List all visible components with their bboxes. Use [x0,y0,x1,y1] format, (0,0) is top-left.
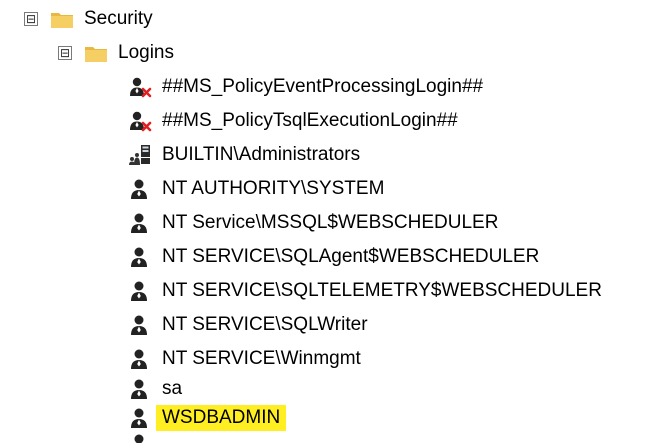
user-login-icon [128,177,152,201]
windows-group-icon [128,143,152,167]
folder-icon [84,43,108,63]
login-item-label: NT SERVICE\SQLWriter [162,314,368,335]
collapse-logins-icon[interactable]: ⊟ [58,46,72,60]
folder-icon [50,9,74,29]
tree-node-security[interactable]: ⊟ Security [24,2,165,36]
tree-node-logins-label: Logins [118,42,174,63]
login-item[interactable]: BUILTIN\Administrators [128,138,372,172]
login-item[interactable]: NT SERVICE\SQLAgent$WEBSCHEDULER [128,240,551,274]
login-item[interactable]: ##MS_PolicyTsqlExecutionLogin## [128,104,470,138]
tree-node-logins[interactable]: ⊟ Logins [58,36,186,70]
login-item-partial [128,432,162,443]
login-item-label: WSDBADMIN [156,405,287,431]
login-item[interactable]: NT AUTHORITY\SYSTEM [128,172,396,206]
login-item-label: ##MS_PolicyEventProcessingLogin## [162,76,484,97]
login-item-label: NT AUTHORITY\SYSTEM [162,178,385,199]
user-login-icon [128,347,152,371]
login-item-label: ##MS_PolicyTsqlExecutionLogin## [162,110,458,131]
login-item-label: NT SERVICE\SQLAgent$WEBSCHEDULER [162,246,540,267]
login-item-label: NT SERVICE\Winmgmt [162,348,361,369]
user-login-icon [128,245,152,269]
login-disabled-icon [128,75,152,99]
object-explorer-tree: ⊟ Security ⊟ Logins ##MS_PolicyEventProc… [0,0,649,443]
login-item-label: sa [162,378,183,399]
collapse-security-icon[interactable]: ⊟ [24,12,38,26]
login-item[interactable]: NT SERVICE\SQLWriter [128,308,380,342]
login-item[interactable]: NT SERVICE\Winmgmt [128,342,373,376]
login-item[interactable]: NT Service\MSSQL$WEBSCHEDULER [128,206,510,240]
login-item-label: BUILTIN\Administrators [162,144,361,165]
login-item-label: NT Service\MSSQL$WEBSCHEDULER [162,212,499,233]
user-login-icon [128,211,152,235]
tree-node-security-label: Security [84,8,153,29]
login-item-selected[interactable]: WSDBADMIN [128,401,292,435]
user-login-icon [128,377,152,401]
login-item[interactable]: NT SERVICE\SQLTELEMETRY$WEBSCHEDULER [128,274,614,308]
user-login-icon [128,406,152,430]
login-item-label: NT SERVICE\SQLTELEMETRY$WEBSCHEDULER [162,280,602,301]
login-item[interactable]: ##MS_PolicyEventProcessingLogin## [128,70,495,104]
user-login-icon [128,313,152,337]
user-login-icon [128,279,152,303]
login-disabled-icon [128,109,152,133]
user-login-icon [128,432,152,443]
